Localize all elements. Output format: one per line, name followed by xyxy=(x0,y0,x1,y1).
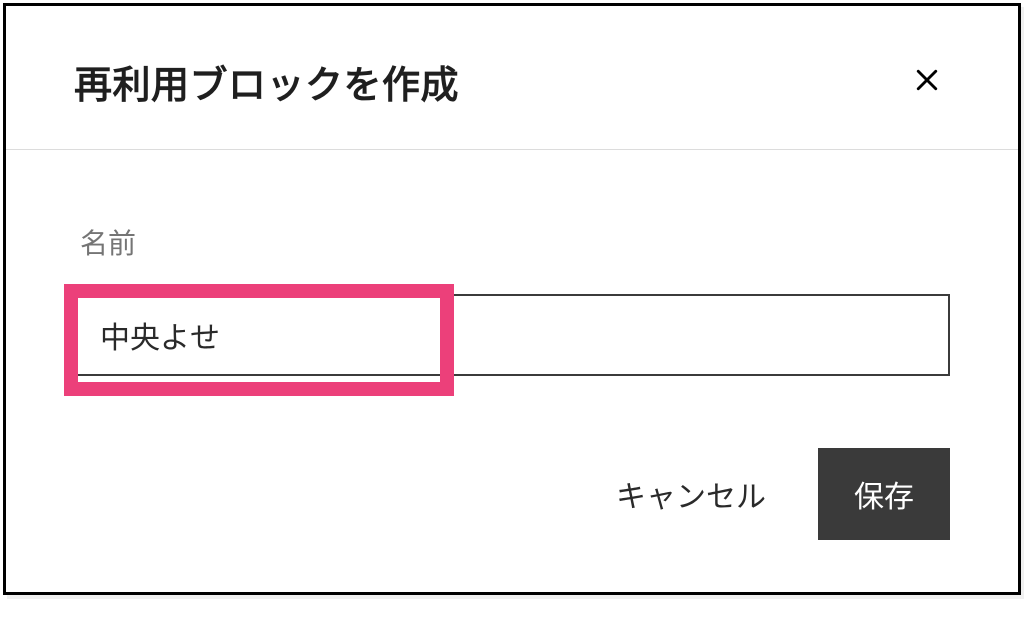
close-icon xyxy=(912,65,942,98)
close-button[interactable] xyxy=(904,57,950,106)
reusable-block-dialog: 再利用ブロックを作成 名前 キャンセル 保存 xyxy=(3,3,1021,595)
dialog-title: 再利用ブロックを作成 xyxy=(74,54,459,109)
save-button[interactable]: 保存 xyxy=(818,448,950,540)
name-input[interactable] xyxy=(74,294,950,376)
name-field-label: 名前 xyxy=(80,222,950,262)
dialog-body: 名前 xyxy=(6,150,1018,376)
cancel-button[interactable]: キャンセル xyxy=(604,448,778,540)
dialog-footer: キャンセル 保存 xyxy=(6,448,1018,592)
dialog-header: 再利用ブロックを作成 xyxy=(6,6,1018,149)
name-input-wrap xyxy=(74,294,950,376)
